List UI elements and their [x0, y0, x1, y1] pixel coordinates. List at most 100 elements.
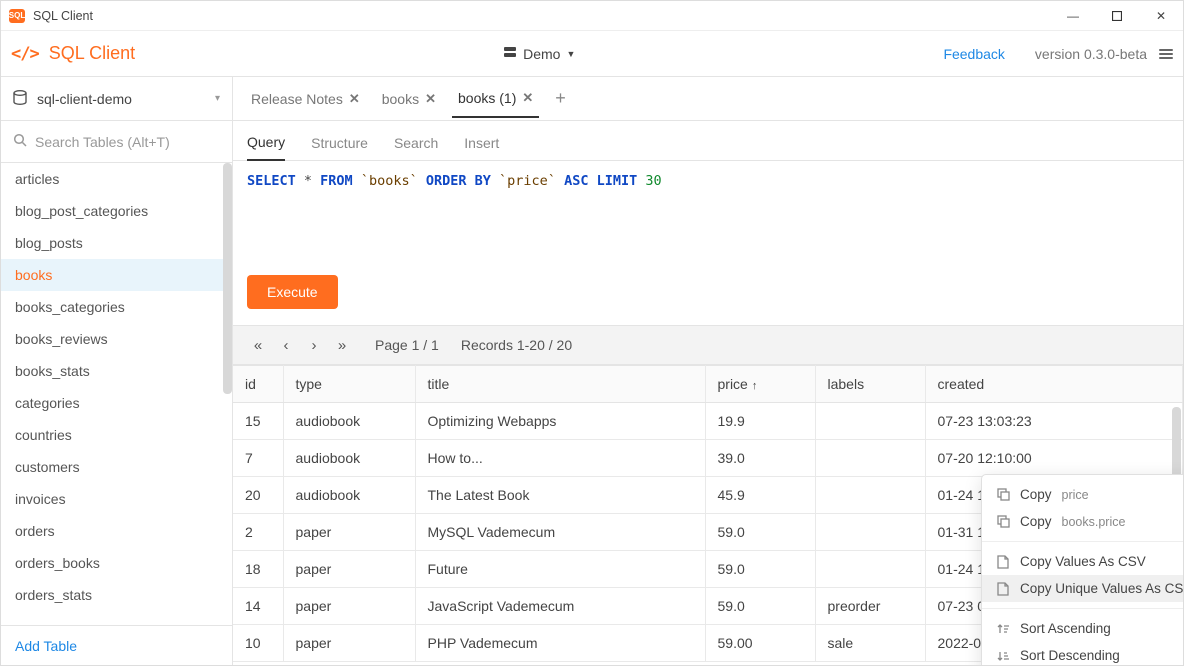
- grid-header-title[interactable]: title: [415, 366, 705, 403]
- sidebar-item-books_stats[interactable]: books_stats: [1, 355, 232, 387]
- cell-labels[interactable]: preorder: [815, 588, 925, 625]
- menu-item[interactable]: Copy Values As CSV: [982, 548, 1183, 575]
- cell-id[interactable]: 14: [233, 588, 283, 625]
- cell-created[interactable]: 07-20 12:10:00: [925, 440, 1183, 477]
- cell-price[interactable]: 39.0: [705, 440, 815, 477]
- close-icon[interactable]: ✕: [349, 91, 360, 107]
- cell-price[interactable]: 59.00: [705, 625, 815, 662]
- window-minimize-button[interactable]: —: [1051, 1, 1095, 31]
- titlebar: SQL SQL Client — ✕: [1, 1, 1183, 31]
- menu-item[interactable]: Copybooks.price: [982, 508, 1183, 535]
- sidebar-item-orders_books[interactable]: orders_books: [1, 547, 232, 579]
- subtab-insert[interactable]: Insert: [464, 135, 499, 160]
- subtab-search[interactable]: Search: [394, 135, 438, 160]
- sidebar-item-categories[interactable]: categories: [1, 387, 232, 419]
- table-list[interactable]: articlesblog_post_categoriesblog_postsbo…: [1, 163, 232, 625]
- grid-header-labels[interactable]: labels: [815, 366, 925, 403]
- cell-type[interactable]: paper: [283, 588, 415, 625]
- cell-id[interactable]: 10: [233, 625, 283, 662]
- sidebar-item-orders_stats[interactable]: orders_stats: [1, 579, 232, 611]
- cell-price[interactable]: 19.9: [705, 403, 815, 440]
- cell-price[interactable]: 45.9: [705, 477, 815, 514]
- cell-id[interactable]: 15: [233, 403, 283, 440]
- cell-title[interactable]: Future: [415, 551, 705, 588]
- cell-type[interactable]: paper: [283, 514, 415, 551]
- pager: « ‹ › » Page 1 / 1 Records 1-20 / 20: [233, 325, 1183, 365]
- cell-title[interactable]: Optimizing Webapps: [415, 403, 705, 440]
- cell-price[interactable]: 59.0: [705, 514, 815, 551]
- sidebar-item-blog_post_categories[interactable]: blog_post_categories: [1, 195, 232, 227]
- pager-next-button[interactable]: ›: [303, 337, 325, 354]
- sidebar-item-articles[interactable]: articles: [1, 163, 232, 195]
- table-row[interactable]: 7audiobookHow to...39.0 07-20 12:10:00: [233, 440, 1183, 477]
- sidebar-item-countries[interactable]: countries: [1, 419, 232, 451]
- cell-labels[interactable]: [815, 403, 925, 440]
- cell-price[interactable]: 59.0: [705, 588, 815, 625]
- close-icon[interactable]: ✕: [425, 91, 436, 107]
- subtabs: Query Structure Search Insert: [233, 121, 1183, 161]
- subtab-structure[interactable]: Structure: [311, 135, 368, 160]
- cell-created[interactable]: 07-23 13:03:23: [925, 403, 1183, 440]
- pager-prev-button[interactable]: ‹: [275, 337, 297, 354]
- brand-text: SQL Client: [49, 43, 135, 64]
- copy-icon: [996, 488, 1010, 501]
- close-icon[interactable]: ✕: [522, 90, 533, 106]
- cell-type[interactable]: paper: [283, 625, 415, 662]
- tab[interactable]: books ✕: [376, 81, 442, 117]
- sidebar-item-books_categories[interactable]: books_categories: [1, 291, 232, 323]
- window-close-button[interactable]: ✕: [1139, 1, 1183, 31]
- grid-header-type[interactable]: type: [283, 366, 415, 403]
- search-tables[interactable]: Search Tables (Alt+T): [1, 121, 232, 163]
- cell-type[interactable]: paper: [283, 551, 415, 588]
- new-tab-button[interactable]: +: [549, 88, 572, 109]
- cell-type[interactable]: audiobook: [283, 403, 415, 440]
- add-table-button[interactable]: Add Table: [1, 625, 232, 665]
- sql-editor[interactable]: SELECT * FROM `books` ORDER BY `price` A…: [233, 161, 1183, 275]
- sidebar-item-books_reviews[interactable]: books_reviews: [1, 323, 232, 355]
- tab-label: books: [382, 91, 419, 107]
- pager-last-button[interactable]: »: [331, 337, 353, 354]
- cell-id[interactable]: 20: [233, 477, 283, 514]
- pager-first-button[interactable]: «: [247, 337, 269, 354]
- grid-header-price[interactable]: price↑: [705, 366, 815, 403]
- sidebar-item-customers[interactable]: customers: [1, 451, 232, 483]
- tab[interactable]: books (1)✕: [452, 80, 539, 118]
- tab[interactable]: Release Notes✕: [245, 81, 366, 117]
- window-maximize-button[interactable]: [1095, 1, 1139, 31]
- table-row[interactable]: 15audiobookOptimizing Webapps19.9 07-23 1…: [233, 403, 1183, 440]
- menu-button[interactable]: [1159, 47, 1173, 61]
- cell-id[interactable]: 18: [233, 551, 283, 588]
- cell-title[interactable]: The Latest Book: [415, 477, 705, 514]
- database-switcher[interactable]: sql-client-demo ▾: [1, 77, 232, 121]
- menu-item[interactable]: Copy Unique Values As CSV: [982, 575, 1183, 602]
- cell-labels[interactable]: [815, 477, 925, 514]
- cell-price[interactable]: 59.0: [705, 551, 815, 588]
- cell-type[interactable]: audiobook: [283, 440, 415, 477]
- feedback-link[interactable]: Feedback: [943, 46, 1004, 62]
- database-selector[interactable]: Demo ▼: [503, 45, 575, 62]
- menu-item[interactable]: Sort Ascending: [982, 615, 1183, 642]
- cell-labels[interactable]: sale: [815, 625, 925, 662]
- sidebar-item-books[interactable]: books: [1, 259, 232, 291]
- cell-title[interactable]: How to...: [415, 440, 705, 477]
- execute-button[interactable]: Execute: [247, 275, 338, 309]
- cell-title[interactable]: PHP Vademecum: [415, 625, 705, 662]
- grid-header-created[interactable]: created: [925, 366, 1183, 403]
- cell-id[interactable]: 2: [233, 514, 283, 551]
- sidebar-item-blog_posts[interactable]: blog_posts: [1, 227, 232, 259]
- cell-title[interactable]: MySQL Vademecum: [415, 514, 705, 551]
- grid-header-id[interactable]: id: [233, 366, 283, 403]
- search-placeholder: Search Tables (Alt+T): [35, 134, 170, 150]
- subtab-query[interactable]: Query: [247, 134, 285, 161]
- cell-title[interactable]: JavaScript Vademecum: [415, 588, 705, 625]
- sidebar-item-orders[interactable]: orders: [1, 515, 232, 547]
- cell-id[interactable]: 7: [233, 440, 283, 477]
- menu-item[interactable]: Copyprice: [982, 481, 1183, 508]
- cell-labels[interactable]: [815, 440, 925, 477]
- cell-labels[interactable]: [815, 551, 925, 588]
- cell-labels[interactable]: [815, 514, 925, 551]
- sidebar-item-invoices[interactable]: invoices: [1, 483, 232, 515]
- maximize-icon: [1112, 11, 1122, 21]
- cell-type[interactable]: audiobook: [283, 477, 415, 514]
- menu-item[interactable]: Sort Descending: [982, 642, 1183, 665]
